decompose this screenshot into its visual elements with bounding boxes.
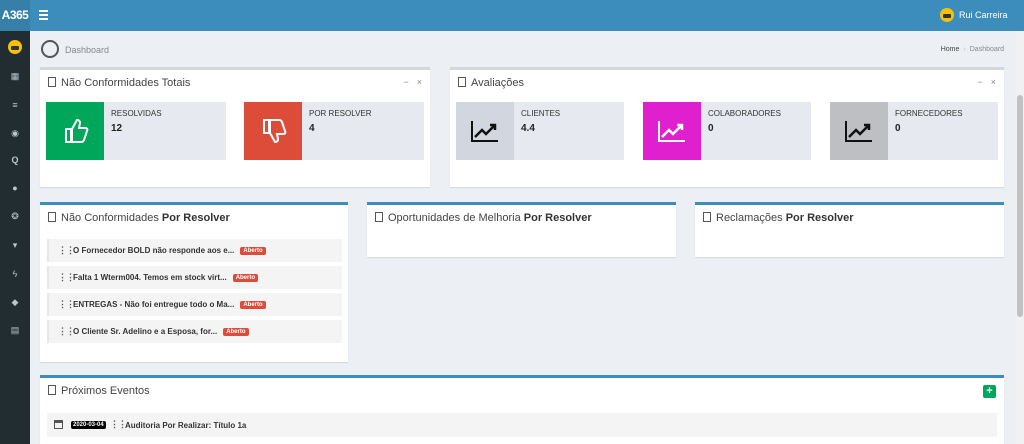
info-box-por-resolver[interactable]: POR RESOLVER 4 xyxy=(244,102,424,160)
box-title: Avaliações xyxy=(458,77,524,89)
drag-handle-icon[interactable]: ⋮⋮ xyxy=(110,419,127,430)
thumbs-down-icon xyxy=(244,102,302,160)
oportunidades-box: Oportunidades de Melhoria Por Resolver xyxy=(367,202,676,257)
info-box-label: COLABORADORES xyxy=(708,109,781,118)
close-icon[interactable]: × xyxy=(991,77,996,87)
list-item[interactable]: ⋮⋮ ENTREGAS - Não foi entregue todo o Ma.… xyxy=(47,293,342,316)
breadcrumb-current: Dashboard xyxy=(969,46,1004,53)
app-logo[interactable]: A365 xyxy=(0,0,30,31)
document-icon xyxy=(375,212,383,222)
user-avatar[interactable] xyxy=(940,8,954,22)
box-title: Próximos Eventos xyxy=(48,385,150,397)
flash-icon[interactable]: ϟ xyxy=(0,266,30,282)
reclamacoes-box: Reclamações Por Resolver xyxy=(695,202,1004,257)
sidebar: ▦ ≡ ◉ Q ● ❂ ▾ ϟ ◆ ▤ xyxy=(0,31,30,444)
minimize-icon[interactable]: − xyxy=(403,77,408,87)
info-box-fornecedores[interactable]: FORNECEDORES 0 xyxy=(830,102,998,160)
calendar-icon[interactable]: ▦ xyxy=(0,68,30,84)
list-item[interactable]: ⋮⋮ Falta 1 Wterm004. Temos em stock virt.… xyxy=(47,266,342,289)
list-item[interactable]: ⋮⋮ O Cliente Sr. Adelino e a Esposa, for.… xyxy=(47,320,342,343)
drag-handle-icon[interactable]: ⋮⋮ xyxy=(58,299,75,310)
page-logo-icon xyxy=(41,40,59,58)
nc-totals-box: Não Conformidades Totais − × RESOLVIDAS 1… xyxy=(40,67,430,187)
document-icon xyxy=(48,77,56,87)
breadcrumb-home[interactable]: Home xyxy=(941,46,960,53)
line-chart-icon xyxy=(830,102,888,160)
thumbs-up-icon xyxy=(46,102,104,160)
box-title: Não Conformidades Por Resolver xyxy=(48,212,230,224)
document-icon xyxy=(703,212,711,222)
line-chart-icon xyxy=(456,102,514,160)
document-icon xyxy=(458,77,466,87)
status-badge: Aberto xyxy=(240,247,266,255)
add-event-button[interactable]: + xyxy=(983,385,996,398)
drag-handle-icon[interactable]: ⋮⋮ xyxy=(58,272,75,283)
scrollbar-thumb[interactable] xyxy=(1017,95,1023,317)
search-icon[interactable]: Q xyxy=(0,152,30,168)
calendar-icon xyxy=(54,420,63,429)
info-box-number: 0 xyxy=(708,123,714,134)
drag-handle-icon[interactable]: ⋮⋮ xyxy=(58,326,75,337)
info-box-label: POR RESOLVER xyxy=(309,109,372,118)
top-navbar: A365 Rui Carreira xyxy=(0,0,1024,31)
info-box-number: 12 xyxy=(111,123,123,134)
nc-por-resolver-box: Não Conformidades Por Resolver ⋮⋮ O Forne… xyxy=(40,202,348,362)
line-chart-icon xyxy=(643,102,701,160)
status-badge: Aberto xyxy=(232,274,259,282)
info-box-clientes[interactable]: CLIENTES 4.4 xyxy=(456,102,624,160)
list-item[interactable]: ⋮⋮ O Fornecedor BOLD não responde aos e..… xyxy=(47,239,342,262)
minimize-icon[interactable]: − xyxy=(977,77,982,87)
status-badge: Aberto xyxy=(223,328,249,336)
eventos-box: Próximos Eventos + 2020-03-04 ⋮⋮ Auditor… xyxy=(40,375,1004,444)
box-title: Oportunidades de Melhoria Por Resolver xyxy=(375,212,592,224)
info-box-colaboradores[interactable]: COLABORADORES 0 xyxy=(643,102,811,160)
user-name[interactable]: Rui Carreira xyxy=(959,10,1008,20)
drag-handle-icon[interactable]: ⋮⋮ xyxy=(58,245,75,256)
document-icon xyxy=(48,385,56,395)
close-icon[interactable]: × xyxy=(417,77,422,87)
box-title: Não Conformidades Totais xyxy=(48,77,190,89)
box-title: Reclamações Por Resolver xyxy=(703,212,854,224)
cart-icon[interactable]: ▾ xyxy=(0,237,30,253)
globe-icon[interactable]: ❂ xyxy=(0,208,30,224)
breadcrumb: Home › Dashboard xyxy=(940,46,1004,53)
event-date: 2020-03-04 xyxy=(71,421,106,429)
file-icon[interactable]: ▤ xyxy=(0,322,30,338)
box-tools: − × xyxy=(395,77,422,87)
info-box-number: 4.4 xyxy=(521,123,535,134)
info-box-number: 4 xyxy=(309,123,315,134)
target-icon[interactable]: ◉ xyxy=(0,125,30,141)
info-icon[interactable]: ● xyxy=(0,180,30,196)
event-text: Auditoria Por Realizar: Título 1a xyxy=(125,421,247,430)
page-title: Dashboard xyxy=(65,45,110,55)
info-box-label: FORNECEDORES xyxy=(895,109,963,118)
info-box-number: 0 xyxy=(895,123,901,134)
event-item[interactable]: 2020-03-04 ⋮⋮ Auditoria Por Realizar: Tí… xyxy=(47,413,997,437)
box-tools: − × xyxy=(969,77,996,87)
sidebar-avatar-icon[interactable] xyxy=(8,40,22,54)
handshake-icon[interactable]: ◆ xyxy=(0,294,30,310)
info-box-label: RESOLVIDAS xyxy=(111,109,162,118)
list-icon[interactable]: ≡ xyxy=(0,97,30,113)
document-icon xyxy=(48,212,56,222)
info-box-resolvidas[interactable]: RESOLVIDAS 12 xyxy=(46,102,226,160)
avaliacoes-box: Avaliações − × CLIENTES 4.4 COLABORADORES… xyxy=(450,67,1004,187)
status-badge: Aberto xyxy=(240,301,266,309)
info-box-label: CLIENTES xyxy=(521,109,561,118)
sidebar-toggle-icon[interactable] xyxy=(39,10,48,20)
